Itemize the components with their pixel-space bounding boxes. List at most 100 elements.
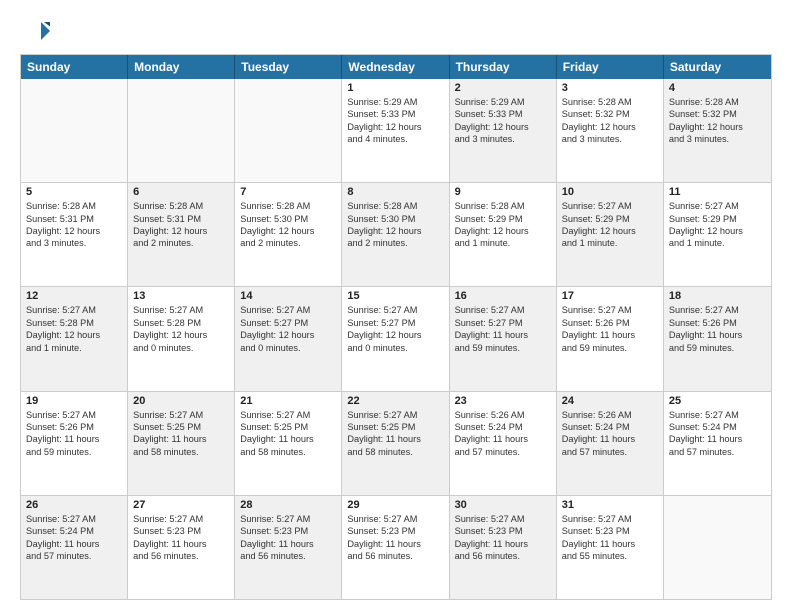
cell-line: Daylight: 12 hours xyxy=(133,329,229,341)
day-number: 10 xyxy=(562,186,658,198)
logo xyxy=(20,16,54,46)
cell-line: Daylight: 12 hours xyxy=(562,121,658,133)
day-number: 18 xyxy=(669,290,766,302)
cell-line: Sunset: 5:24 PM xyxy=(26,525,122,537)
cell-line: Daylight: 11 hours xyxy=(669,329,766,341)
cell-line: Sunrise: 5:27 AM xyxy=(455,304,551,316)
cell-line: Sunrise: 5:28 AM xyxy=(562,96,658,108)
calendar-row-5: 26Sunrise: 5:27 AMSunset: 5:24 PMDayligh… xyxy=(21,495,771,599)
cell-line: Sunset: 5:23 PM xyxy=(455,525,551,537)
cell-line: Sunset: 5:25 PM xyxy=(240,421,336,433)
cell-line: Daylight: 12 hours xyxy=(26,329,122,341)
calendar-cell: 31Sunrise: 5:27 AMSunset: 5:23 PMDayligh… xyxy=(557,496,664,599)
day-number: 27 xyxy=(133,499,229,511)
header-cell-friday: Friday xyxy=(557,55,664,79)
cell-line: Sunrise: 5:27 AM xyxy=(26,409,122,421)
cell-line: Daylight: 11 hours xyxy=(133,538,229,550)
day-number: 9 xyxy=(455,186,551,198)
cell-line: and 58 minutes. xyxy=(133,446,229,458)
cell-line: Sunset: 5:30 PM xyxy=(347,213,443,225)
calendar-cell: 25Sunrise: 5:27 AMSunset: 5:24 PMDayligh… xyxy=(664,392,771,495)
calendar-cell: 3Sunrise: 5:28 AMSunset: 5:32 PMDaylight… xyxy=(557,79,664,182)
calendar-header: SundayMondayTuesdayWednesdayThursdayFrid… xyxy=(21,55,771,79)
cell-line: Sunset: 5:23 PM xyxy=(562,525,658,537)
calendar-cell xyxy=(128,79,235,182)
cell-line: Daylight: 12 hours xyxy=(669,121,766,133)
cell-line: Daylight: 11 hours xyxy=(240,433,336,445)
cell-line: and 1 minute. xyxy=(26,342,122,354)
calendar-cell: 23Sunrise: 5:26 AMSunset: 5:24 PMDayligh… xyxy=(450,392,557,495)
day-number: 14 xyxy=(240,290,336,302)
day-number: 3 xyxy=(562,82,658,94)
cell-line: Sunrise: 5:27 AM xyxy=(562,304,658,316)
calendar-cell: 19Sunrise: 5:27 AMSunset: 5:26 PMDayligh… xyxy=(21,392,128,495)
calendar-cell: 9Sunrise: 5:28 AMSunset: 5:29 PMDaylight… xyxy=(450,183,557,286)
cell-line: Sunset: 5:29 PM xyxy=(669,213,766,225)
cell-line: Sunrise: 5:27 AM xyxy=(240,409,336,421)
cell-line: Sunset: 5:26 PM xyxy=(26,421,122,433)
calendar-cell: 17Sunrise: 5:27 AMSunset: 5:26 PMDayligh… xyxy=(557,287,664,390)
day-number: 15 xyxy=(347,290,443,302)
cell-line: and 2 minutes. xyxy=(240,237,336,249)
cell-line: Daylight: 12 hours xyxy=(347,329,443,341)
cell-line: and 4 minutes. xyxy=(347,133,443,145)
cell-line: and 56 minutes. xyxy=(240,550,336,562)
cell-line: and 3 minutes. xyxy=(669,133,766,145)
cell-line: and 2 minutes. xyxy=(133,237,229,249)
cell-line: Sunset: 5:32 PM xyxy=(669,108,766,120)
page: SundayMondayTuesdayWednesdayThursdayFrid… xyxy=(0,0,792,612)
cell-line: and 59 minutes. xyxy=(26,446,122,458)
cell-line: Sunrise: 5:27 AM xyxy=(669,200,766,212)
cell-line: Daylight: 11 hours xyxy=(455,433,551,445)
calendar-cell: 10Sunrise: 5:27 AMSunset: 5:29 PMDayligh… xyxy=(557,183,664,286)
cell-line: Sunset: 5:28 PM xyxy=(26,317,122,329)
cell-line: Sunrise: 5:27 AM xyxy=(347,513,443,525)
cell-line: Sunset: 5:24 PM xyxy=(669,421,766,433)
day-number: 1 xyxy=(347,82,443,94)
calendar-row-4: 19Sunrise: 5:27 AMSunset: 5:26 PMDayligh… xyxy=(21,391,771,495)
cell-line: Sunrise: 5:27 AM xyxy=(133,513,229,525)
calendar-cell: 18Sunrise: 5:27 AMSunset: 5:26 PMDayligh… xyxy=(664,287,771,390)
cell-line: Sunrise: 5:28 AM xyxy=(347,200,443,212)
calendar-cell: 16Sunrise: 5:27 AMSunset: 5:27 PMDayligh… xyxy=(450,287,557,390)
cell-line: Daylight: 12 hours xyxy=(240,225,336,237)
calendar-cell xyxy=(21,79,128,182)
header-cell-sunday: Sunday xyxy=(21,55,128,79)
calendar-cell: 22Sunrise: 5:27 AMSunset: 5:25 PMDayligh… xyxy=(342,392,449,495)
cell-line: Sunset: 5:27 PM xyxy=(347,317,443,329)
calendar-cell: 21Sunrise: 5:27 AMSunset: 5:25 PMDayligh… xyxy=(235,392,342,495)
cell-line: Sunrise: 5:28 AM xyxy=(26,200,122,212)
cell-line: and 0 minutes. xyxy=(240,342,336,354)
day-number: 30 xyxy=(455,499,551,511)
cell-line: Sunset: 5:29 PM xyxy=(455,213,551,225)
header-cell-monday: Monday xyxy=(128,55,235,79)
cell-line: Sunrise: 5:29 AM xyxy=(455,96,551,108)
cell-line: and 2 minutes. xyxy=(347,237,443,249)
cell-line: and 0 minutes. xyxy=(133,342,229,354)
cell-line: Sunrise: 5:27 AM xyxy=(26,513,122,525)
calendar: SundayMondayTuesdayWednesdayThursdayFrid… xyxy=(20,54,772,600)
day-number: 13 xyxy=(133,290,229,302)
cell-line: Daylight: 11 hours xyxy=(26,433,122,445)
cell-line: Daylight: 11 hours xyxy=(455,538,551,550)
day-number: 4 xyxy=(669,82,766,94)
calendar-cell: 11Sunrise: 5:27 AMSunset: 5:29 PMDayligh… xyxy=(664,183,771,286)
cell-line: Daylight: 12 hours xyxy=(562,225,658,237)
cell-line: Sunset: 5:30 PM xyxy=(240,213,336,225)
cell-line: Sunset: 5:31 PM xyxy=(26,213,122,225)
cell-line: Sunset: 5:33 PM xyxy=(347,108,443,120)
day-number: 17 xyxy=(562,290,658,302)
cell-line: Daylight: 11 hours xyxy=(669,433,766,445)
cell-line: Sunset: 5:24 PM xyxy=(455,421,551,433)
day-number: 26 xyxy=(26,499,122,511)
cell-line: and 59 minutes. xyxy=(669,342,766,354)
cell-line: Sunset: 5:26 PM xyxy=(562,317,658,329)
cell-line: Daylight: 12 hours xyxy=(240,329,336,341)
day-number: 12 xyxy=(26,290,122,302)
day-number: 31 xyxy=(562,499,658,511)
calendar-cell: 13Sunrise: 5:27 AMSunset: 5:28 PMDayligh… xyxy=(128,287,235,390)
cell-line: Daylight: 11 hours xyxy=(562,433,658,445)
calendar-body: 1 Sunrise: 5:29 AM Sunset: 5:33 PM Daylight… xyxy=(21,79,771,599)
cell-line: and 3 minutes. xyxy=(26,237,122,249)
cell-line: and 59 minutes. xyxy=(455,342,551,354)
